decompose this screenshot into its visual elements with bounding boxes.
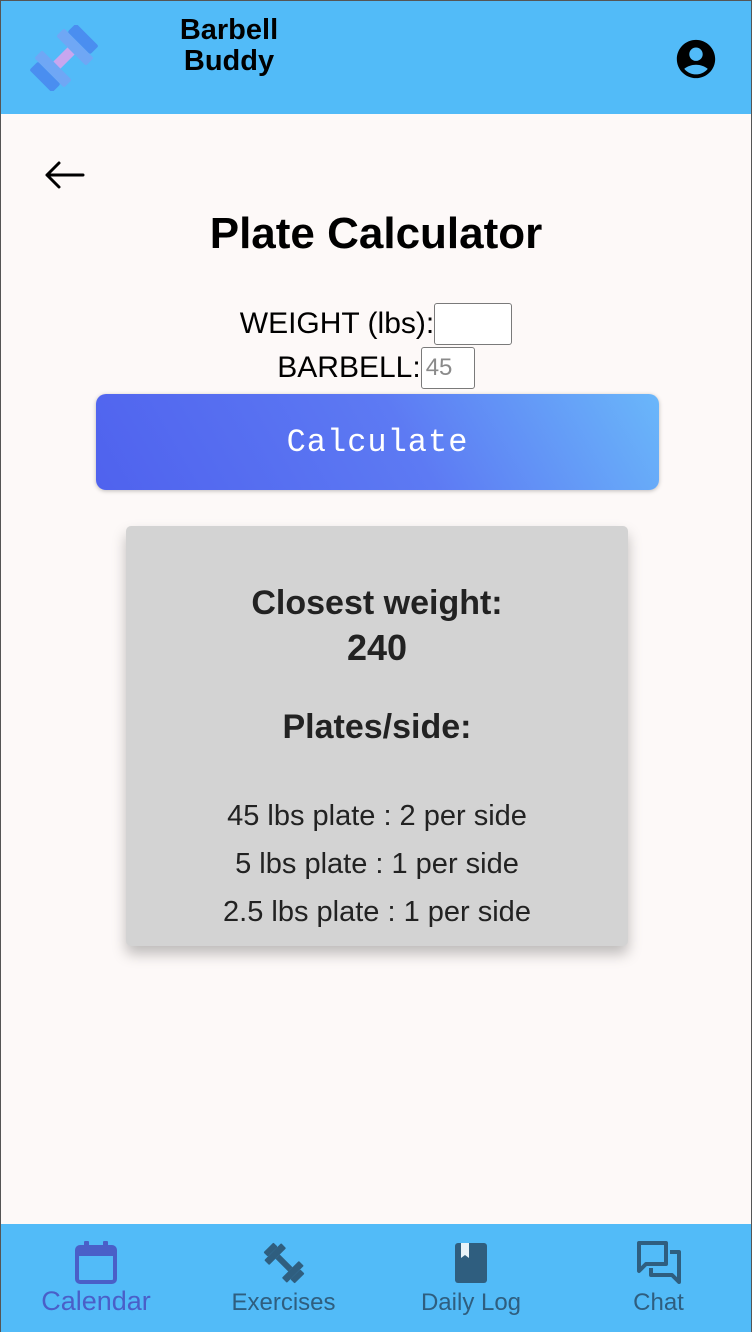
barbell-label: BARBELL: — [277, 351, 421, 384]
app-name: Barbell Buddy — [151, 15, 307, 77]
plate-list-item: 45 lbs plate : 2 per side — [227, 800, 527, 832]
plate-list-item: 2.5 lbs plate : 1 per side — [223, 896, 531, 928]
dumbbell-icon — [263, 1242, 304, 1284]
barbell-input[interactable] — [420, 347, 475, 389]
page-title: Plate Calculator — [209, 209, 543, 258]
nav-label-exercises: Exercises — [231, 1289, 336, 1316]
dumbbell-logo-icon — [30, 25, 98, 91]
calendar-icon — [75, 1241, 117, 1284]
chat-icon — [636, 1241, 681, 1284]
arrow-left-icon[interactable] — [39, 155, 87, 195]
app-header: Barbell Buddy — [1, 1, 751, 114]
plate-list-item: 5 lbs plate : 1 per side — [235, 848, 519, 880]
closest-weight-label: Closest weight: — [251, 584, 503, 622]
plates-per-side-label: Plates/side: — [282, 708, 472, 746]
app-name-line2: Buddy — [183, 45, 275, 77]
calculate-button[interactable]: Calculate — [96, 394, 659, 490]
result-card: Closest weight: 240 Plates/side: 45 lbs … — [126, 526, 628, 946]
book-icon — [455, 1243, 487, 1283]
nav-item-daily-log[interactable]: Daily Log — [396, 1224, 546, 1332]
nav-item-calendar[interactable]: Calendar — [21, 1224, 171, 1332]
weight-input[interactable] — [434, 303, 513, 345]
weight-label: WEIGHT (lbs): — [239, 307, 435, 340]
closest-weight-value: 240 — [346, 627, 408, 668]
nav-item-exercises[interactable]: Exercises — [206, 1224, 361, 1332]
nav-label-chat: Chat — [633, 1289, 684, 1316]
bottom-nav: Calendar Exercises Daily Log Chat — [1, 1224, 751, 1332]
app-name-line1: Barbell — [179, 14, 279, 46]
barbell-row: BARBELL: — [1, 347, 751, 389]
account-circle-icon[interactable] — [673, 36, 719, 82]
nav-label-calendar: Calendar — [41, 1286, 151, 1316]
plate-list: 45 lbs plate : 2 per side 5 lbs plate : … — [126, 792, 628, 936]
weight-row: WEIGHT (lbs): — [1, 303, 751, 345]
nav-item-chat[interactable]: Chat — [586, 1224, 731, 1332]
nav-label-daily-log: Daily Log — [420, 1289, 522, 1316]
